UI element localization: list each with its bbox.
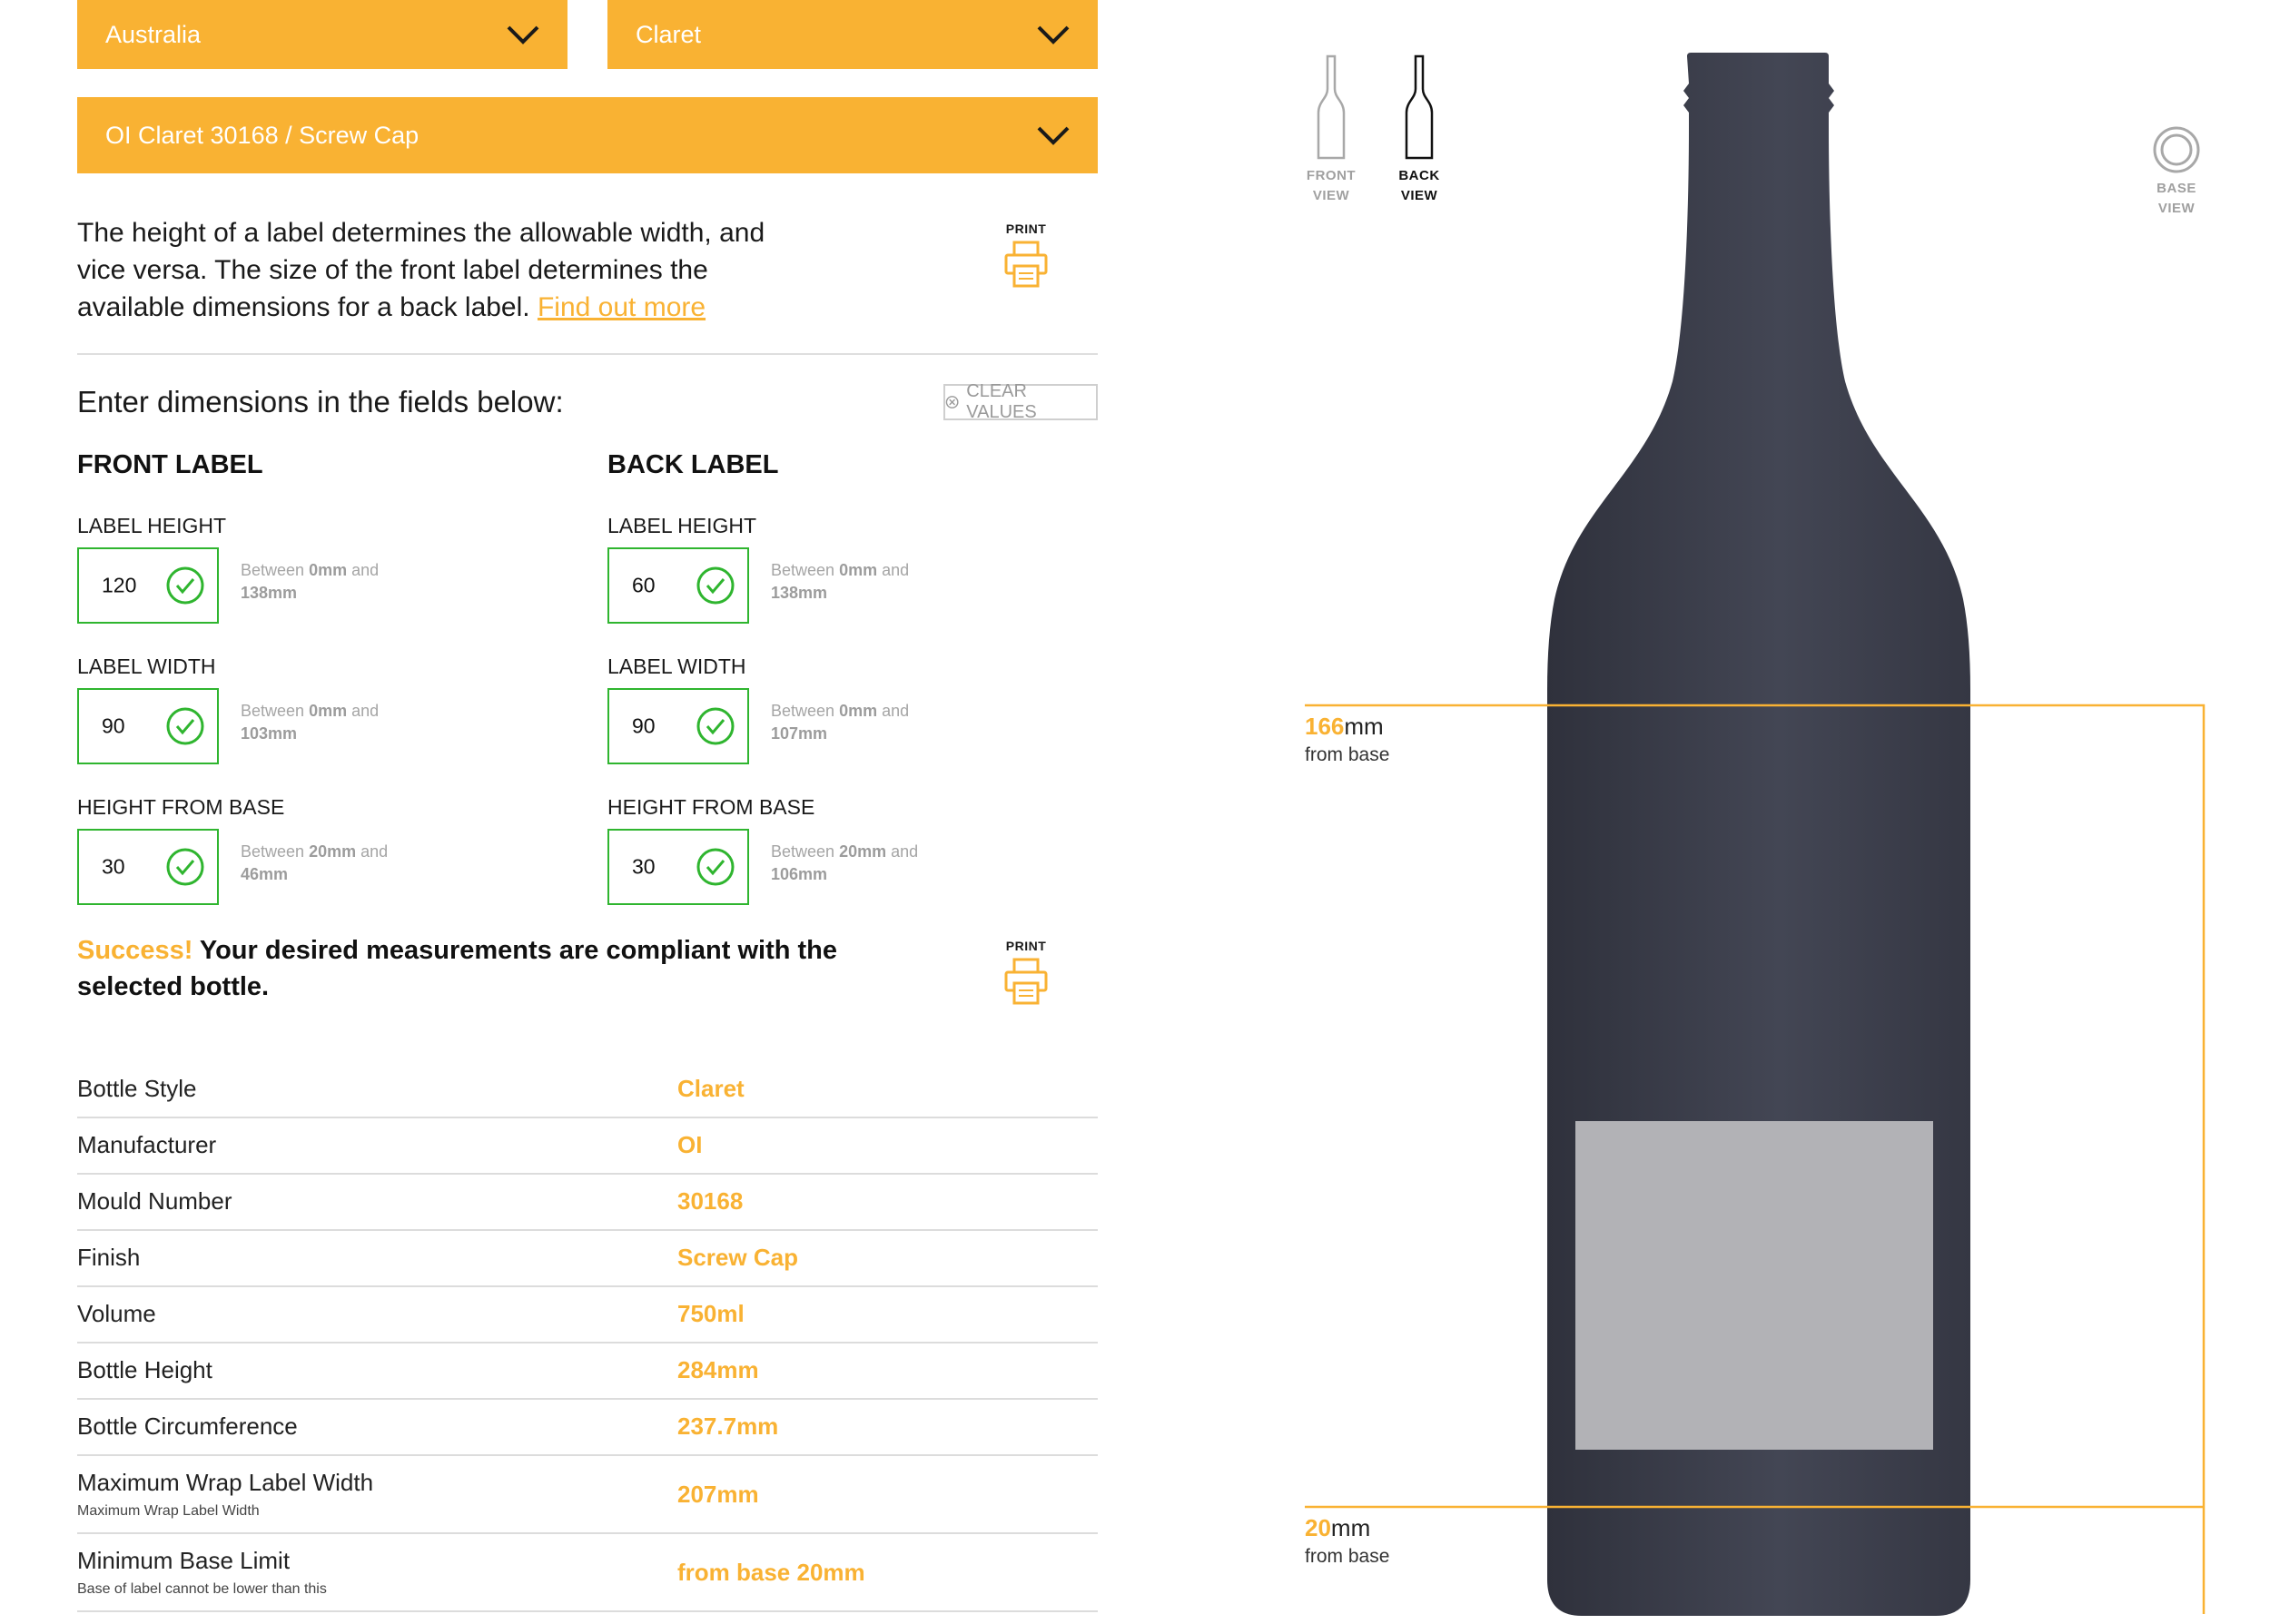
front-width-label: LABEL WIDTH: [77, 655, 216, 678]
top-limit-caption: from base: [1305, 744, 1390, 765]
clear-values-button[interactable]: CLEAR VALUES: [943, 381, 1098, 422]
front-width-input[interactable]: 90: [77, 688, 219, 764]
style-select[interactable]: Claret: [607, 0, 1098, 69]
printer-icon: [1004, 241, 1048, 288]
front-height-hint: Between 0mm and 138mm: [241, 561, 380, 602]
spec-row: Bottle Style Claret: [77, 1062, 1098, 1118]
back-width-value: 90: [632, 714, 656, 738]
back-base-hint: Between 20mm and 106mm: [771, 842, 919, 883]
check-circle-icon: [696, 707, 735, 745]
print-button[interactable]: PRINT: [990, 221, 1062, 291]
spec-value: 237.7mm: [677, 1412, 779, 1440]
bottom-limit-caption: from base: [1305, 1546, 1390, 1567]
front-label-title: FRONT LABEL: [77, 450, 263, 479]
back-label-title: BACK LABEL: [607, 450, 779, 479]
check-circle-icon: [166, 707, 204, 745]
front-width-value: 90: [102, 714, 125, 738]
country-select[interactable]: Australia: [77, 0, 568, 69]
back-width-label: LABEL WIDTH: [607, 655, 746, 678]
bottom-limit-measure: 20mm: [1305, 1514, 1371, 1541]
spec-value: from base 20mm: [677, 1559, 865, 1586]
top-limit-measure: 166mm: [1305, 713, 1384, 740]
spec-label: Minimum Base Limit: [77, 1547, 291, 1574]
check-circle-icon: [696, 848, 735, 886]
spec-value: 750ml: [677, 1300, 745, 1327]
front-height-label: LABEL HEIGHT: [77, 514, 227, 537]
print-button[interactable]: PRINT: [990, 939, 1062, 1009]
spec-value: 207mm: [677, 1481, 759, 1508]
front-height-value: 120: [102, 573, 137, 597]
spec-value: OI: [677, 1131, 703, 1158]
dimensions-heading: Enter dimensions in the fields below:: [77, 385, 564, 418]
bottle-select[interactable]: OI Claret 30168 / Screw Cap: [77, 97, 1098, 173]
spec-sublabel: Base of label cannot be lower than this: [77, 1581, 327, 1597]
find-out-more-link[interactable]: Find out more: [538, 292, 706, 322]
clear-values-label: CLEAR VALUES: [966, 381, 1037, 422]
divider: [77, 353, 1098, 355]
spec-label: Maximum Wrap Label Width: [77, 1469, 374, 1496]
spec-value: Claret: [677, 1075, 745, 1102]
spec-value: 30168: [677, 1187, 744, 1215]
check-circle-icon: [166, 566, 204, 605]
back-height-hint: Between 0mm and 138mm: [771, 561, 910, 602]
success-lead: Success!: [77, 936, 193, 965]
front-base-value: 30: [102, 854, 125, 879]
spec-label: Mould Number: [77, 1187, 232, 1215]
bottle-select-value: OI Claret 30168 / Screw Cap: [105, 121, 419, 149]
check-circle-icon: [696, 566, 735, 605]
chevron-down-icon: [1037, 126, 1070, 145]
chevron-down-icon: [507, 25, 539, 44]
spec-row: Bottle Circumference 237.7mm: [77, 1400, 1098, 1456]
label-preview-area: [1575, 1121, 1933, 1450]
spec-value: Screw Cap: [677, 1244, 798, 1271]
spec-row: Bottle Height 284mm: [77, 1343, 1098, 1400]
success-message: Success! Your desired measurements are c…: [77, 932, 894, 1005]
back-height-label: LABEL HEIGHT: [607, 514, 757, 537]
clear-icon: [945, 396, 959, 408]
spec-label: Volume: [77, 1300, 156, 1327]
spec-label: Bottle Style: [77, 1075, 197, 1102]
back-height-input[interactable]: 60: [607, 547, 749, 624]
front-base-hint: Between 20mm and 46mm: [241, 842, 389, 883]
spec-row: Maximum Wrap Label Width Maximum Wrap La…: [77, 1456, 1098, 1534]
bottle-preview: [1305, 53, 2206, 1616]
front-base-input[interactable]: 30: [77, 829, 219, 905]
front-width-hint: Between 0mm and 103mm: [241, 702, 380, 743]
back-height-value: 60: [632, 573, 656, 597]
country-select-value: Australia: [105, 20, 202, 48]
style-select-value: Claret: [636, 20, 702, 48]
spec-label: Finish: [77, 1244, 141, 1271]
front-base-label: HEIGHT FROM BASE: [77, 795, 285, 819]
print-label: PRINT: [1005, 939, 1047, 953]
spec-value: 284mm: [677, 1356, 759, 1383]
front-height-input[interactable]: 120: [77, 547, 219, 624]
check-circle-icon: [166, 848, 204, 886]
back-base-input[interactable]: 30: [607, 829, 749, 905]
back-width-hint: Between 0mm and 107mm: [771, 702, 910, 743]
spec-sublabel: Maximum Wrap Label Width: [77, 1503, 260, 1519]
spec-label: Bottle Height: [77, 1356, 212, 1383]
spec-label: Bottle Circumference: [77, 1412, 298, 1440]
chevron-down-icon: [1037, 25, 1070, 44]
print-label: PRINT: [1005, 221, 1047, 236]
spec-row: Finish Screw Cap: [77, 1231, 1098, 1287]
spec-row: Mould Number 30168: [77, 1175, 1098, 1231]
intro-text: The height of a label determines the all…: [77, 214, 804, 326]
spec-label: Manufacturer: [77, 1131, 217, 1158]
spec-row: Minimum Base Limit Base of label cannot …: [77, 1534, 1098, 1612]
back-width-input[interactable]: 90: [607, 688, 749, 764]
printer-icon: [1004, 958, 1048, 1005]
back-base-value: 30: [632, 854, 656, 879]
spec-row: Volume 750ml: [77, 1287, 1098, 1343]
spec-row: Manufacturer OI: [77, 1118, 1098, 1175]
back-base-label: HEIGHT FROM BASE: [607, 795, 815, 819]
